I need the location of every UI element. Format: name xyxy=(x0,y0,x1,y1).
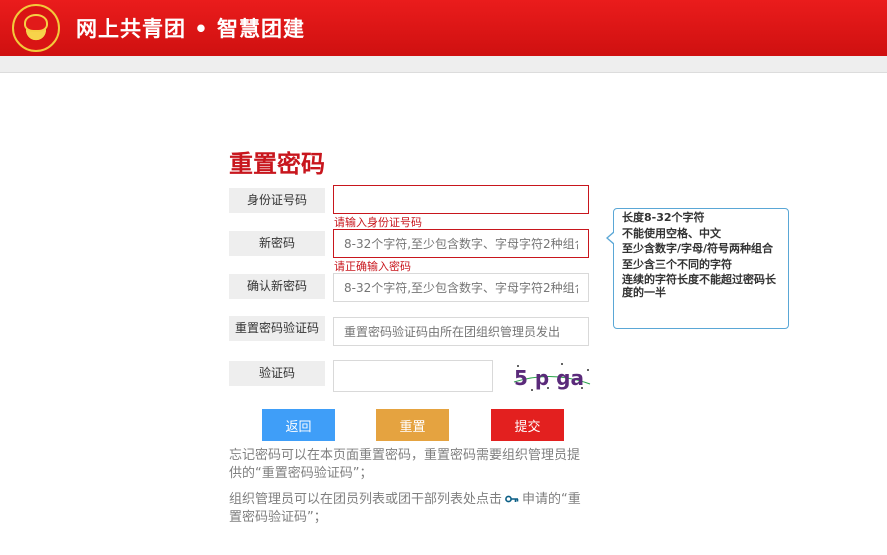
new-password-input[interactable] xyxy=(333,229,589,258)
help-note-2: 组织管理员可以在团员列表或团干部列表处点击 申请的“重置密码验证码”； xyxy=(229,491,591,527)
captcha-label: 验证码 xyxy=(229,361,325,386)
new-password-error: 请正确输入密码 xyxy=(334,260,411,273)
password-rules-tooltip: 长度8-32个字符 不能使用空格、中文 至少含数字/字母/符号两种组合 至少含三… xyxy=(606,208,789,329)
back-button[interactable]: 返回 xyxy=(262,409,335,441)
captcha-input[interactable] xyxy=(333,360,493,392)
help-note-2-text: 组织管理员可以在团员列表或团干部列表处点击 xyxy=(229,492,503,507)
youth-league-emblem-icon xyxy=(12,4,60,52)
key-icon xyxy=(505,495,519,503)
site-title: 网上共青团 • 智慧团建 xyxy=(76,17,306,41)
tooltip-line: 至少含三个不同的字符 xyxy=(622,257,732,271)
submit-button[interactable]: 提交 xyxy=(491,409,564,441)
confirm-password-label: 确认新密码 xyxy=(229,274,325,299)
sub-header-bar xyxy=(0,56,887,73)
tooltip-line: 不能使用空格、中文 xyxy=(622,226,721,240)
id-number-error: 请输入身份证号码 xyxy=(334,216,422,229)
tooltip-line: 长度8-32个字符 xyxy=(622,211,705,224)
help-note-1: 忘记密码可以在本页面重置密码，重置密码需要组织管理员提供的“重置密码验证码”； xyxy=(229,448,581,481)
id-number-label: 身份证号码 xyxy=(229,188,325,213)
confirm-password-input[interactable] xyxy=(333,273,589,302)
reset-code-input[interactable] xyxy=(333,317,589,346)
reset-code-label: 重置密码验证码 xyxy=(229,316,325,341)
tooltip-line: 至少含数字/字母/符号两种组合 xyxy=(622,242,774,255)
captcha-image[interactable]: 5 p ga xyxy=(512,360,592,394)
captcha-text: 5 p ga xyxy=(514,366,584,390)
new-password-label: 新密码 xyxy=(229,231,325,256)
tooltip-line: 连续的字符长度不能超过密码长度的一半 xyxy=(622,273,776,299)
id-number-input[interactable] xyxy=(333,185,589,214)
reset-button[interactable]: 重置 xyxy=(376,409,449,441)
page-title: 重置密码 xyxy=(229,150,325,178)
header-bar: 网上共青团 • 智慧团建 xyxy=(0,0,887,56)
